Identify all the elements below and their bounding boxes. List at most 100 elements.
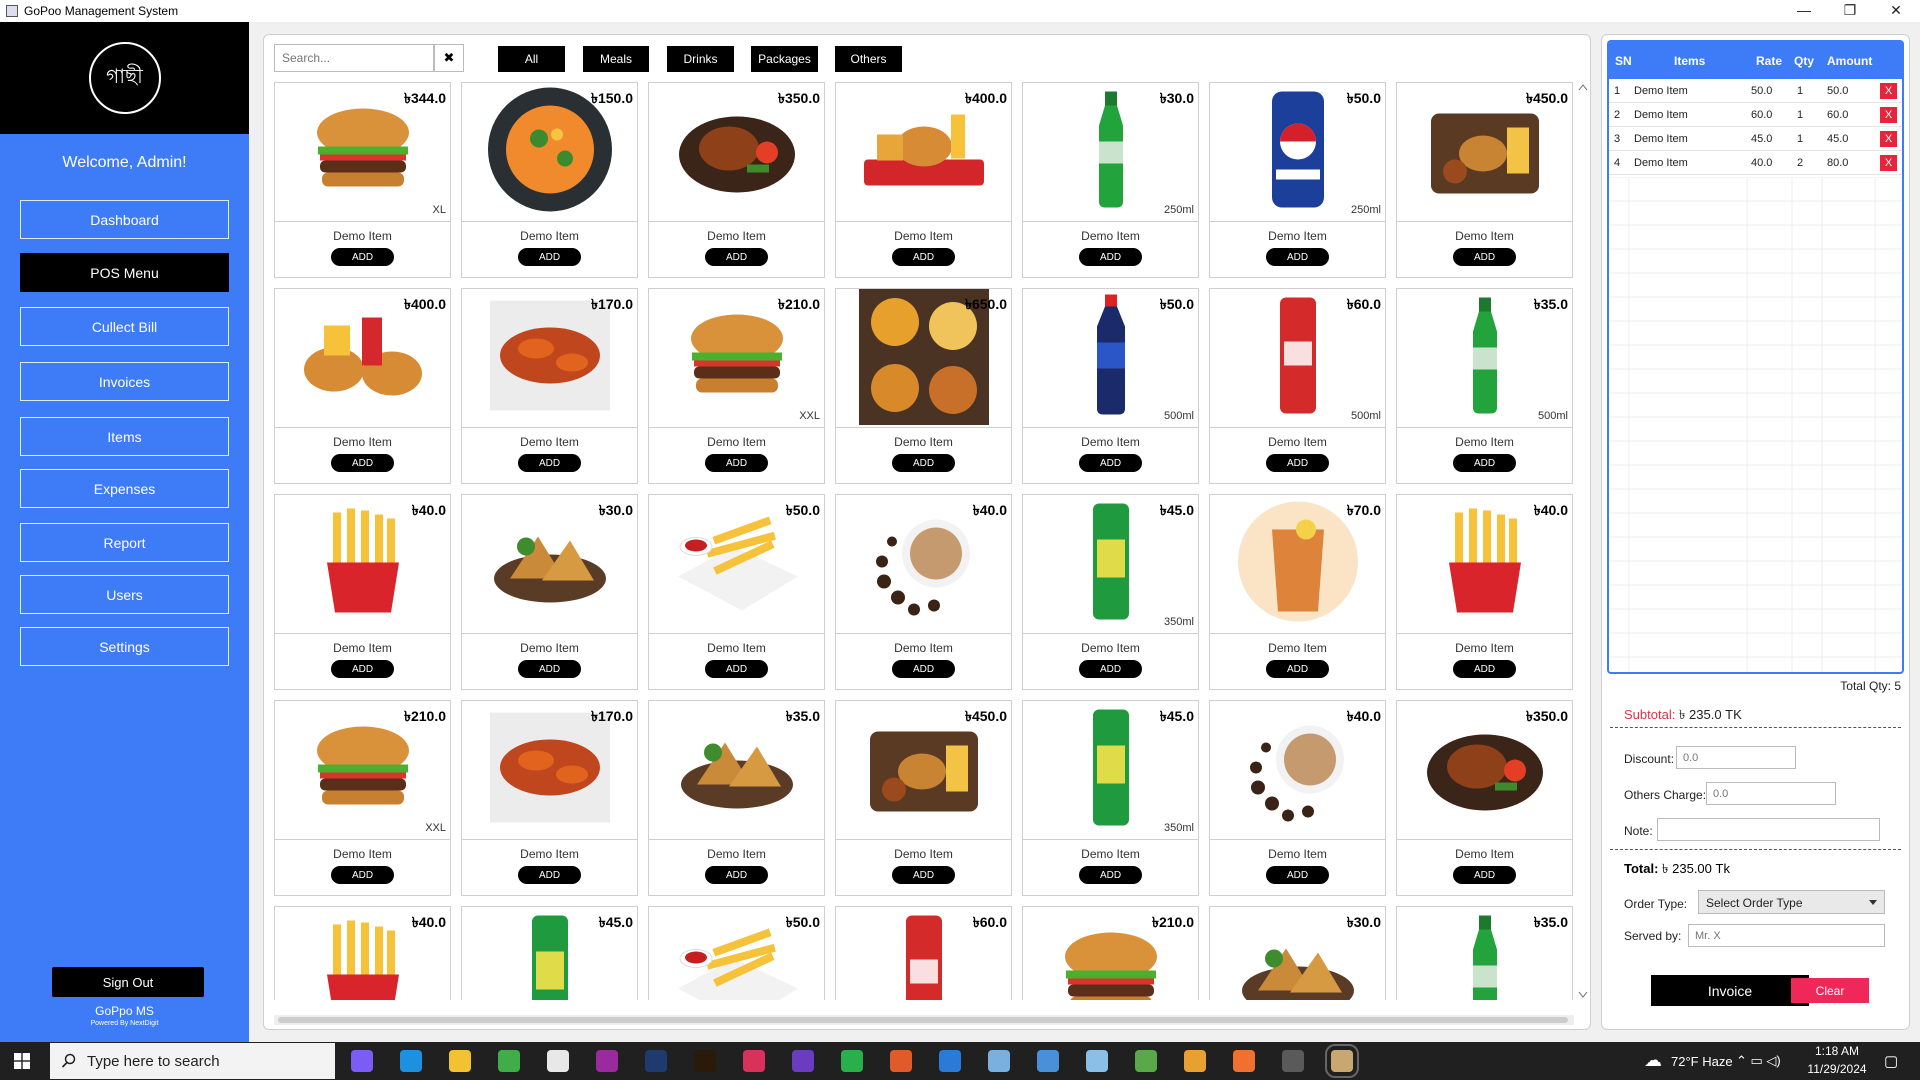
product-card[interactable]: ৳50.0Demo ItemADD [648,906,825,1000]
acrobat-icon[interactable] [743,1050,765,1072]
nav-users-button[interactable]: Users [20,575,229,614]
product-card[interactable]: ৳35.0 500ml Demo Item ADD [1396,288,1573,484]
nav-invoices-button[interactable]: Invoices [20,362,229,401]
nav-items-button[interactable]: Items [20,417,229,456]
product-card[interactable]: ৳344.0 XL Demo Item ADD [274,82,451,278]
product-card[interactable]: ৳50.0 250ml Demo Item ADD [1209,82,1386,278]
notification-icon[interactable]: ▢ [1884,1052,1898,1070]
add-to-cart-button[interactable]: ADD [705,660,768,678]
product-card[interactable]: ৳40.0Demo ItemADD [1396,494,1573,690]
add-to-cart-button[interactable]: ADD [1266,454,1329,472]
filter-packages-button[interactable]: Packages [751,46,818,72]
product-card[interactable]: ৳50.0 500ml Demo Item ADD [1022,288,1199,484]
pycharm-icon[interactable] [841,1050,863,1072]
nav-settings-button[interactable]: Settings [20,627,229,666]
app-icon[interactable] [1037,1050,1059,1072]
product-card[interactable]: ৳30.0 250ml Demo Item ADD [1022,82,1199,278]
product-card[interactable]: ৳50.0Demo ItemADD [648,494,825,690]
gopoo-app-icon[interactable] [1325,1044,1359,1078]
virtualbox-icon[interactable] [988,1050,1010,1072]
remove-item-button[interactable]: X [1880,83,1897,99]
add-to-cart-button[interactable]: ADD [331,248,394,266]
order-row[interactable]: 2 Demo Item 60.0 1 60.0 X [1609,103,1902,127]
add-to-cart-button[interactable]: ADD [892,866,955,884]
order-row[interactable]: 4 Demo Item 40.0 2 80.0 X [1609,151,1902,175]
phpstorm-icon[interactable] [792,1050,814,1072]
nav-dashboard-button[interactable]: Dashboard [20,200,229,239]
product-card[interactable]: ৳350.0 Demo Item ADD [1396,700,1573,896]
product-card[interactable]: ৳170.0 Demo Item ADD [461,700,638,896]
nav-expenses-button[interactable]: Expenses [20,469,229,508]
file-explorer-icon[interactable] [449,1050,471,1072]
product-card[interactable]: ৳170.0 Demo Item ADD [461,288,638,484]
notepad-plus-icon[interactable] [1135,1050,1157,1072]
xd-icon[interactable] [596,1050,618,1072]
add-to-cart-button[interactable]: ADD [892,248,955,266]
sign-out-button[interactable]: Sign Out [52,967,204,997]
product-card[interactable]: ৳450.0 Demo Item ADD [835,700,1012,896]
store-icon[interactable] [547,1050,569,1072]
nav-report-button[interactable]: Report [20,523,229,562]
horizontal-scrollbar[interactable] [274,1015,1574,1025]
add-to-cart-button[interactable]: ADD [1453,660,1516,678]
product-card[interactable]: ৳650.0 Demo Item ADD [835,288,1012,484]
product-card[interactable]: ৳30.0Demo ItemADD [1209,906,1386,1000]
office-icon[interactable] [890,1050,912,1072]
product-card[interactable]: ৳400.0 Demo Item ADD [835,82,1012,278]
product-card[interactable]: ৳150.0 Demo Item ADD [461,82,638,278]
tray-icons[interactable]: ⌃ ▭ ◁) [1736,1053,1781,1069]
remove-item-button[interactable]: X [1880,155,1897,171]
vertical-scrollbar[interactable] [1577,82,1589,1000]
add-to-cart-button[interactable]: ADD [518,248,581,266]
product-card[interactable]: ৳210.0 XXL Demo Item ADD [274,700,451,896]
served-by-input[interactable] [1688,924,1885,947]
add-to-cart-button[interactable]: ADD [331,866,394,884]
add-to-cart-button[interactable]: ADD [1453,454,1516,472]
add-to-cart-button[interactable]: ADD [1453,248,1516,266]
note-input[interactable] [1657,818,1880,841]
filter-meals-button[interactable]: Meals [583,46,649,72]
remove-item-button[interactable]: X [1880,107,1897,123]
maximize-button[interactable]: ❐ [1827,0,1873,22]
windows-start-icon[interactable] [14,1053,30,1069]
copilot-icon[interactable] [351,1050,373,1072]
notepad-icon[interactable] [1086,1050,1108,1072]
add-to-cart-button[interactable]: ADD [518,866,581,884]
product-card[interactable]: ৳45.0 350ml Demo Item ADD [1022,494,1199,690]
product-card[interactable]: ৳45.0Demo ItemADD [461,906,638,1000]
search-input[interactable] [274,44,434,72]
add-to-cart-button[interactable]: ADD [705,248,768,266]
taskbar-search[interactable]: Type here to search [50,1043,335,1079]
product-card[interactable]: ৳45.0 350ml Demo Item ADD [1022,700,1199,896]
discount-input[interactable] [1676,746,1796,769]
add-to-cart-button[interactable]: ADD [1266,866,1329,884]
add-to-cart-button[interactable]: ADD [1266,660,1329,678]
order-row[interactable]: 1 Demo Item 50.0 1 50.0 X [1609,79,1902,103]
product-card[interactable]: ৳35.0Demo ItemADD [648,700,825,896]
clear-button[interactable]: Clear [1791,978,1869,1003]
product-card[interactable]: ৳40.0Demo ItemADD [274,906,451,1000]
product-card[interactable]: ৳35.0Demo ItemADD [1396,906,1573,1000]
product-card[interactable]: ৳40.0Demo ItemADD [274,494,451,690]
product-card[interactable]: ৳40.0Demo ItemADD [1209,700,1386,896]
edge-icon[interactable] [400,1050,422,1072]
add-to-cart-button[interactable]: ADD [1079,660,1142,678]
nav-pos-menu-button[interactable]: POS Menu [20,253,229,292]
filter-drinks-button[interactable]: Drinks [667,46,734,72]
invoice-button[interactable]: Invoice [1651,975,1809,1006]
add-to-cart-button[interactable]: ADD [892,454,955,472]
add-to-cart-button[interactable]: ADD [705,866,768,884]
illustrator-icon[interactable] [694,1050,716,1072]
close-button[interactable]: ✕ [1873,0,1919,22]
product-card[interactable]: ৳400.0 Demo Item ADD [274,288,451,484]
add-to-cart-button[interactable]: ADD [705,454,768,472]
vscode-icon[interactable] [939,1050,961,1072]
photoshop-icon[interactable] [645,1050,667,1072]
scroll-thumb[interactable] [278,1017,1568,1023]
product-card[interactable]: ৳60.0Demo ItemADD [835,906,1012,1000]
add-to-cart-button[interactable]: ADD [518,454,581,472]
add-to-cart-button[interactable]: ADD [892,660,955,678]
remove-item-button[interactable]: X [1880,131,1897,147]
minimize-button[interactable]: — [1781,0,1827,22]
product-card[interactable]: ৳40.0Demo ItemADD [835,494,1012,690]
